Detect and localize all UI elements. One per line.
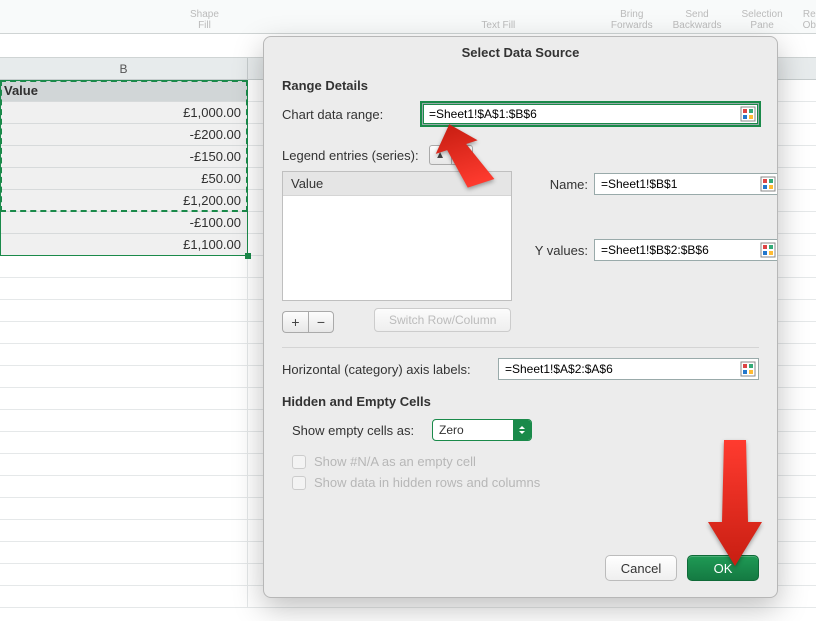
y-values-input[interactable] [594, 239, 777, 261]
cell-B2[interactable]: £1,000.00 [0, 102, 248, 123]
show-empty-label: Show empty cells as: [282, 423, 432, 438]
series-remove-button[interactable]: − [308, 311, 334, 333]
ribbon-group: Selection Pane [742, 9, 783, 33]
series-name-label: Name: [530, 177, 594, 192]
show-na-label: Show #N/A as an empty cell [314, 454, 476, 469]
series-move-down-button[interactable]: ▼ [451, 145, 473, 165]
ok-button[interactable]: OK [687, 555, 759, 581]
show-empty-value: Zero [439, 423, 464, 437]
range-picker-icon[interactable] [740, 361, 756, 377]
cell-B1[interactable]: Value [0, 80, 248, 101]
legend-entries-label: Legend entries (series): [282, 148, 419, 163]
range-picker-icon[interactable] [760, 176, 776, 192]
cell-B8[interactable]: £1,100.00 [0, 234, 248, 255]
cell-B5[interactable]: £50.00 [0, 168, 248, 189]
show-empty-popup[interactable]: Zero [432, 419, 532, 441]
ribbon-group: Send Backwards [673, 9, 722, 33]
series-listbox[interactable]: Value [282, 171, 512, 301]
cell-B6[interactable]: £1,200.00 [0, 190, 248, 211]
ribbon: Shape Fill Text Fill Bring Forwards Send… [0, 0, 816, 34]
axis-labels-label: Horizontal (category) axis labels: [282, 362, 498, 377]
column-header-B[interactable]: B [0, 58, 248, 79]
series-move-up-button[interactable]: ▲ [429, 145, 451, 165]
series-name-input[interactable] [594, 173, 777, 195]
series-item[interactable]: Value [283, 172, 511, 196]
ribbon-group: Shape Fill [190, 9, 219, 33]
cancel-button[interactable]: Cancel [605, 555, 677, 581]
hidden-cells-heading: Hidden and Empty Cells [282, 394, 759, 409]
cell-B4[interactable]: -£150.00 [0, 146, 248, 167]
select-data-source-dialog: Select Data Source Range Details Chart d… [263, 36, 778, 598]
ribbon-group: Text Fill [481, 20, 515, 33]
show-na-checkbox [292, 455, 306, 469]
cell-B7[interactable]: -£100.00 [0, 212, 248, 233]
axis-labels-input[interactable] [498, 358, 759, 380]
dialog-title: Select Data Source [264, 37, 777, 66]
chart-data-range-input[interactable] [422, 103, 759, 125]
switch-row-column-button[interactable]: Switch Row/Column [374, 308, 511, 332]
show-hidden-checkbox [292, 476, 306, 490]
cell-B3[interactable]: -£200.00 [0, 124, 248, 145]
series-add-button[interactable]: + [282, 311, 308, 333]
popup-caret-icon [513, 420, 531, 440]
ribbon-group: Re Ob [803, 9, 816, 33]
ribbon-group: Bring Forwards [611, 9, 653, 33]
y-values-label: Y values: [530, 243, 594, 258]
range-picker-icon[interactable] [740, 106, 756, 122]
range-details-heading: Range Details [282, 78, 759, 93]
show-hidden-label: Show data in hidden rows and columns [314, 475, 540, 490]
range-picker-icon[interactable] [760, 242, 776, 258]
chart-data-range-label: Chart data range: [282, 107, 422, 122]
